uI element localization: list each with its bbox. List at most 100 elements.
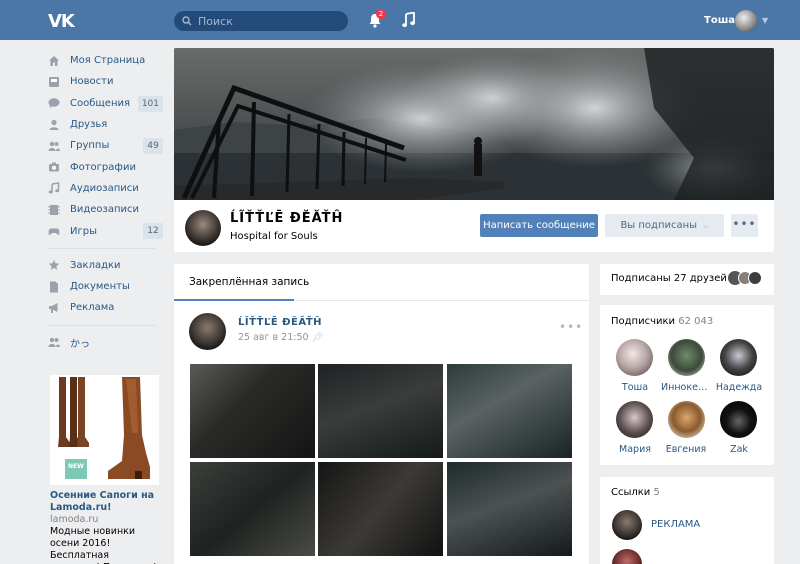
- nav-item-label: Аудиозаписи: [70, 182, 139, 194]
- links-card: Ссылки 5 РЕКЛАМА: [600, 477, 774, 564]
- post-author-name[interactable]: ĹĨŤŤĽĒ ĐĔĂŤĤ: [238, 317, 322, 328]
- active-tab-indicator: [174, 299, 294, 301]
- nav-item-bookmarks[interactable]: Закладки: [48, 255, 163, 276]
- cover-image[interactable]: [174, 48, 774, 200]
- ad-text: Модные новинки осени 2016! Бесплатная до…: [50, 526, 157, 564]
- post-photo[interactable]: [318, 364, 443, 458]
- groups-icon: [48, 141, 60, 151]
- ad-block[interactable]: NEW Осенние Сапоги на Lamoda.ru! lamoda.…: [50, 375, 159, 564]
- star-icon: [48, 260, 60, 271]
- search-input[interactable]: [198, 14, 338, 28]
- post-author-avatar[interactable]: [189, 313, 226, 350]
- subscriber-avatar[interactable]: [616, 401, 653, 438]
- post-date[interactable]: 25 авг в 21:50 📌︎: [238, 332, 324, 343]
- notification-badge: 2: [376, 9, 386, 19]
- friends-icon: [49, 119, 59, 130]
- profile-name: ĹĨŤŤĽĒ ĐĔĂŤĤ: [230, 211, 344, 226]
- post-photo[interactable]: [318, 462, 443, 556]
- music-note-icon: [48, 182, 60, 194]
- links-count: 5: [653, 487, 660, 498]
- chevron-down-icon[interactable]: ▼: [762, 16, 768, 25]
- subscriber-avatar[interactable]: [668, 401, 705, 438]
- nav-item-label: Закладки: [70, 259, 121, 271]
- link-avatar[interactable]: [612, 510, 642, 540]
- nav-item-photos[interactable]: Фотографии: [48, 156, 163, 177]
- boots-image: [58, 377, 150, 479]
- subscriber-name[interactable]: Zak: [714, 444, 764, 455]
- music-icon[interactable]: [402, 12, 416, 28]
- post-date-text: 25 авг в 21:50: [238, 332, 309, 343]
- subscriber-name[interactable]: Тоша: [610, 382, 660, 393]
- chevron-down-icon: ⌵: [703, 222, 709, 230]
- friend-avatar[interactable]: [748, 271, 762, 285]
- search-box[interactable]: [174, 11, 348, 31]
- link-name[interactable]: РЕКЛАМА: [651, 519, 700, 530]
- subscriber-avatar[interactable]: [720, 401, 757, 438]
- post-more-button[interactable]: •••: [559, 320, 583, 334]
- subscribers-card: Подписчики 62 043 Тоша Иннокентий Надежд…: [600, 305, 774, 465]
- links-title[interactable]: Ссылки 5: [611, 487, 660, 498]
- nav-item-video[interactable]: Видеозаписи: [48, 199, 163, 220]
- subscribed-button[interactable]: Вы подписаны ⌵: [605, 214, 724, 237]
- subscribers-count: 62 043: [678, 316, 714, 327]
- nav-item-documents[interactable]: Документы: [48, 276, 163, 297]
- friends-subscribed-card[interactable]: Подписаны 27 друзей: [600, 264, 774, 295]
- nav-item-ads[interactable]: Реклама: [48, 297, 163, 318]
- post-photo[interactable]: [447, 462, 572, 556]
- video-icon: [48, 204, 60, 215]
- news-icon: [49, 76, 59, 87]
- tab-pinned-post[interactable]: Закреплённая запись: [189, 276, 309, 288]
- subscriber-avatar[interactable]: [720, 339, 757, 376]
- messages-count: 101: [137, 95, 163, 112]
- subscriber-name[interactable]: Иннокентий: [661, 382, 711, 393]
- gamepad-icon: [48, 228, 60, 236]
- nav-item-friends[interactable]: Друзья: [48, 114, 163, 135]
- nav-item-label: かっ: [70, 338, 90, 350]
- left-menu: Моя Страница Новости Сообщения 101 Друзь…: [48, 50, 163, 353]
- nav-item-messages[interactable]: Сообщения 101: [48, 93, 163, 114]
- nav-item-label: Игры: [70, 225, 97, 237]
- nav-item-label: Видеозаписи: [70, 204, 140, 216]
- groups-count: 49: [143, 138, 163, 155]
- nav-item-games[interactable]: Игры 12: [48, 220, 163, 241]
- top-header: VK 2 Тоша ▼: [0, 0, 800, 40]
- nav-item-my-page[interactable]: Моя Страница: [48, 50, 163, 71]
- pin-icon: 📌︎: [311, 332, 324, 343]
- nav-item-groups[interactable]: Группы 49: [48, 135, 163, 156]
- link-avatar[interactable]: [612, 549, 642, 564]
- nav-item-label: Группы: [70, 140, 110, 152]
- subscriber-avatar[interactable]: [616, 339, 653, 376]
- friends-subscribed-label: Подписаны 27 друзей: [611, 273, 727, 284]
- camera-icon: [49, 162, 59, 172]
- subscriber-name[interactable]: Мария: [610, 444, 660, 455]
- subscribed-label: Вы подписаны: [620, 220, 698, 231]
- megaphone-icon: [49, 302, 58, 313]
- ad-image[interactable]: NEW: [50, 375, 159, 485]
- vk-logo-text: VK: [48, 11, 75, 32]
- nav-divider: [48, 324, 156, 326]
- post-photo[interactable]: [447, 364, 572, 458]
- nav-item-news[interactable]: Новости: [48, 71, 163, 92]
- user-name[interactable]: Тоша: [704, 15, 735, 26]
- profile-avatar[interactable]: [185, 210, 221, 246]
- post-photo[interactable]: [190, 462, 315, 556]
- subscriber-name[interactable]: Евгения: [661, 444, 711, 455]
- vk-logo[interactable]: VK: [48, 11, 76, 32]
- nav-item-label: Фотографии: [70, 161, 136, 173]
- subscriber-avatar[interactable]: [668, 339, 705, 376]
- more-actions-button[interactable]: •••: [731, 214, 758, 237]
- pinned-post-card: Закреплённая запись ĹĨŤŤĽĒ ĐĔĂŤĤ 25 авг …: [174, 264, 589, 564]
- subscribers-title[interactable]: Подписчики 62 043: [611, 316, 713, 327]
- subscriber-name[interactable]: Надежда: [714, 382, 764, 393]
- post-photo[interactable]: [190, 364, 315, 458]
- subscribers-label: Подписчики: [611, 316, 676, 327]
- document-icon: [50, 281, 58, 293]
- messages-icon: [48, 98, 60, 109]
- nav-item-audio[interactable]: Аудиозаписи: [48, 178, 163, 199]
- ad-title[interactable]: Осенние Сапоги на Lamoda.ru!: [50, 490, 159, 514]
- profile-card: ĹĨŤŤĽĒ ĐĔĂŤĤ Hospital for Souls Написать…: [174, 48, 774, 252]
- nav-item-group[interactable]: かっ: [48, 332, 163, 353]
- user-avatar[interactable]: [735, 10, 757, 32]
- games-count: 12: [143, 223, 163, 240]
- send-message-button[interactable]: Написать сообщение: [480, 214, 598, 237]
